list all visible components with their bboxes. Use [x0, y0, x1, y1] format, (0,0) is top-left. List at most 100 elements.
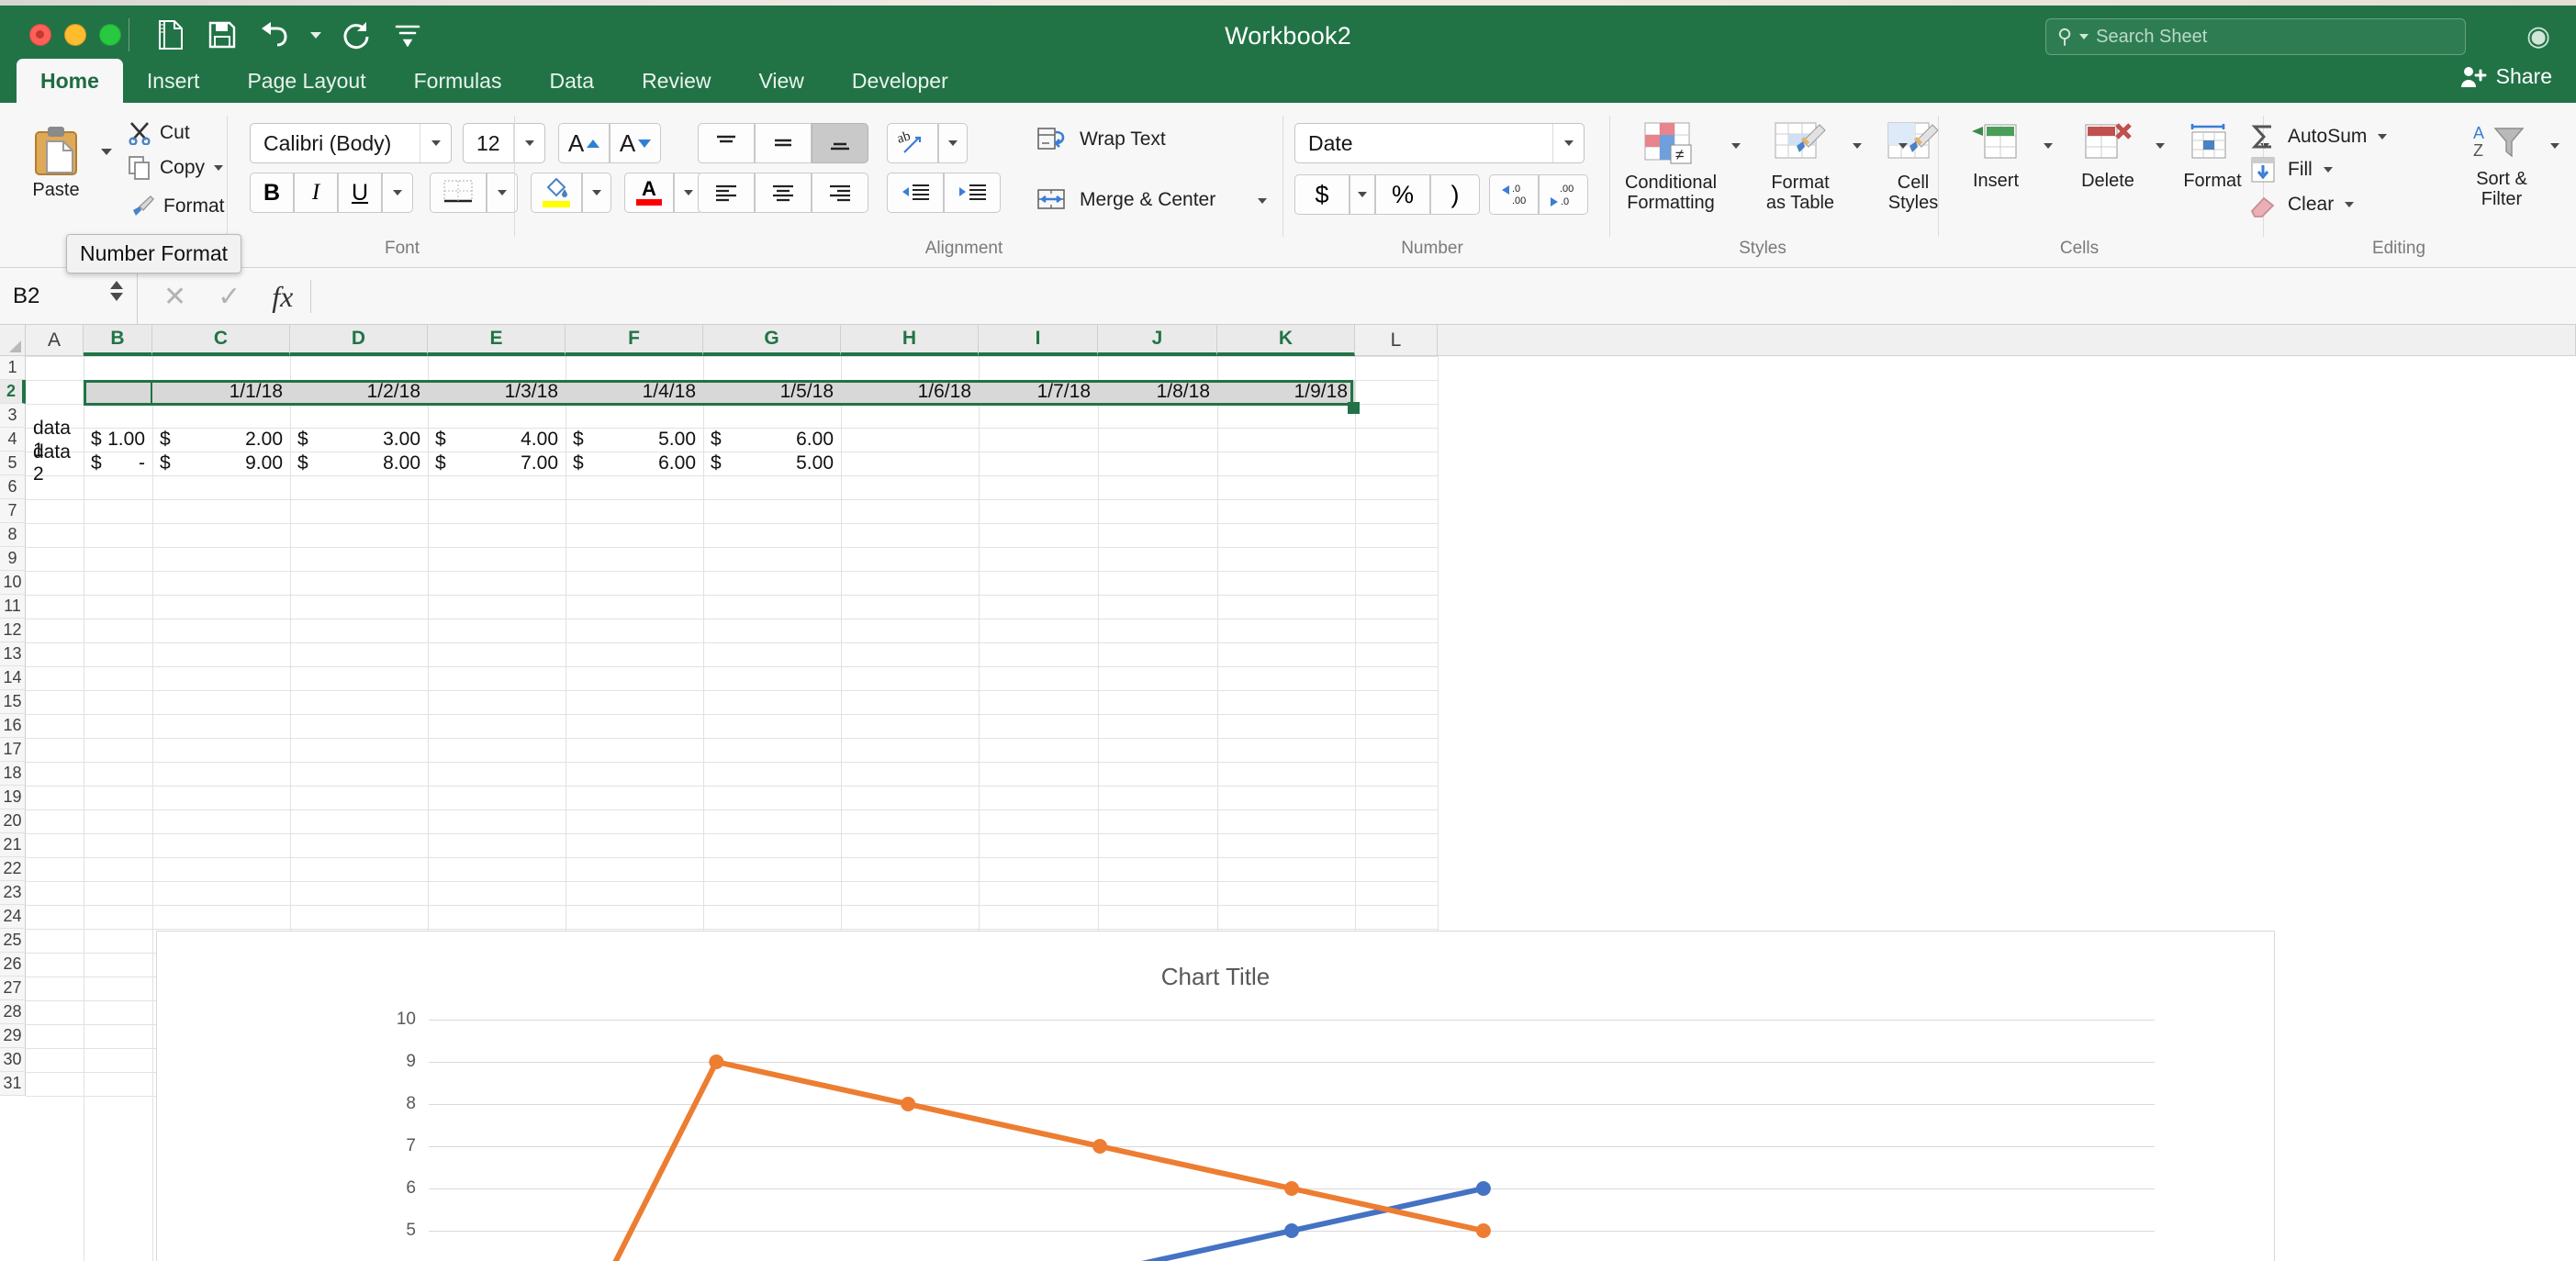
row-header-27[interactable]: 27	[0, 976, 26, 1000]
paste-button[interactable]: Paste	[20, 125, 92, 200]
cell[interactable]: 1/3/18	[428, 380, 566, 404]
cell[interactable]: data 2	[26, 441, 84, 485]
orientation-caret[interactable]	[938, 123, 968, 163]
row-header-15[interactable]: 15	[0, 690, 26, 714]
column-header-D[interactable]: D	[290, 325, 428, 356]
tab-home[interactable]: Home	[17, 59, 123, 103]
font-name-combo[interactable]: Calibri (Body)	[250, 123, 452, 163]
fill-color-button[interactable]	[531, 173, 582, 213]
new-document-icon[interactable]	[154, 18, 187, 51]
row-header-13[interactable]: 13	[0, 642, 26, 666]
chart-data-point[interactable]	[1475, 1223, 1491, 1238]
row-header-2[interactable]: 2	[0, 380, 26, 404]
currency-format-button[interactable]: $	[1294, 174, 1350, 215]
search-sheet-input[interactable]: ⚲ Search Sheet	[2045, 18, 2466, 55]
font-size-caret[interactable]	[513, 124, 544, 162]
copy-button[interactable]: Copy	[129, 156, 224, 180]
delete-cells-button[interactable]: Delete	[2064, 123, 2152, 191]
customize-toolbar-icon[interactable]	[391, 18, 424, 51]
search-dropdown-caret[interactable]	[2079, 34, 2089, 39]
align-left-button[interactable]	[698, 173, 755, 213]
chart-object[interactable]: Chart Title 012345678910 1/1/181/2/181/3…	[156, 931, 2275, 1261]
cell[interactable]: 5.00	[566, 428, 703, 452]
cell[interactable]: 1/2/18	[290, 380, 428, 404]
merge-dropdown-caret[interactable]	[1258, 198, 1267, 204]
column-header-C[interactable]: C	[152, 325, 290, 356]
cell[interactable]: 1/9/18	[1217, 380, 1355, 404]
row-header-17[interactable]: 17	[0, 738, 26, 762]
row-header-28[interactable]: 28	[0, 1000, 26, 1024]
borders-button[interactable]	[430, 173, 487, 213]
chart-title[interactable]: Chart Title	[157, 963, 2274, 991]
account-icon[interactable]: ◉	[2526, 20, 2563, 53]
increase-indent-button[interactable]	[944, 173, 1001, 213]
row-header-21[interactable]: 21	[0, 833, 26, 857]
cell[interactable]: 2.00	[152, 428, 290, 452]
cell[interactable]: 4.00	[428, 428, 566, 452]
chart-data-point[interactable]	[1284, 1181, 1299, 1196]
chart-data-point[interactable]	[1475, 1181, 1491, 1196]
redo-icon[interactable]	[340, 18, 373, 51]
wrap-text-button[interactable]: Wrap Text	[1037, 127, 1166, 152]
comma-format-button[interactable]: )	[1430, 174, 1480, 215]
row-header-30[interactable]: 30	[0, 1048, 26, 1072]
cell-styles-caret[interactable]	[1898, 143, 1908, 149]
number-format-combo[interactable]: Date	[1294, 123, 1585, 163]
increase-decimal-button[interactable]: .00.0	[1539, 174, 1588, 215]
autosum-caret[interactable]	[2378, 134, 2388, 139]
chart-data-point[interactable]	[1284, 1223, 1299, 1238]
column-header-E[interactable]: E	[428, 325, 566, 356]
insert-cells-button[interactable]: Insert	[1952, 123, 2040, 191]
row-header-22[interactable]: 22	[0, 857, 26, 881]
clear-caret[interactable]	[2345, 202, 2355, 207]
conditional-formatting-button[interactable]: ≠ Conditional Formatting	[1616, 121, 1726, 213]
decrease-indent-button[interactable]	[887, 173, 944, 213]
fill-handle[interactable]	[1348, 402, 1360, 414]
column-header-A[interactable]: A	[26, 325, 84, 356]
chart-data-point[interactable]	[709, 1055, 724, 1069]
cell[interactable]	[84, 380, 152, 404]
share-button[interactable]: Share	[2460, 64, 2552, 89]
cell[interactable]: 7.00	[428, 452, 566, 475]
tab-view[interactable]: View	[734, 59, 827, 103]
cell[interactable]: 6.00	[566, 452, 703, 475]
conditional-formatting-caret[interactable]	[1731, 143, 1741, 149]
clear-button[interactable]: Clear	[2249, 191, 2355, 218]
fill-button[interactable]: Fill	[2249, 156, 2333, 184]
increase-font-size-button[interactable]: A	[558, 123, 610, 163]
row-header-31[interactable]: 31	[0, 1072, 26, 1096]
cell[interactable]: 1/1/18	[152, 380, 290, 404]
column-header-L[interactable]: L	[1355, 325, 1438, 356]
cell[interactable]: 5.00	[703, 452, 841, 475]
row-header-25[interactable]: 25	[0, 929, 26, 953]
fill-color-caret[interactable]	[582, 173, 611, 213]
row-header-10[interactable]: 10	[0, 571, 26, 595]
row-header-12[interactable]: 12	[0, 619, 26, 642]
cell[interactable]: 1.00	[84, 428, 152, 452]
cell[interactable]: 8.00	[290, 452, 428, 475]
row-header-14[interactable]: 14	[0, 666, 26, 690]
format-as-table-button[interactable]: Format as Table	[1752, 121, 1849, 213]
tab-review[interactable]: Review	[618, 59, 734, 103]
row-header-24[interactable]: 24	[0, 905, 26, 929]
font-size-combo[interactable]: 12	[463, 123, 545, 163]
decrease-font-size-button[interactable]: A	[610, 123, 661, 163]
cell[interactable]: 1/8/18	[1098, 380, 1217, 404]
chart-line-data-2[interactable]	[524, 1059, 1486, 1261]
row-header-29[interactable]: 29	[0, 1024, 26, 1048]
cell[interactable]: 1/5/18	[703, 380, 841, 404]
select-all-corner[interactable]	[0, 325, 26, 356]
row-header-7[interactable]: 7	[0, 499, 26, 523]
column-header-J[interactable]: J	[1098, 325, 1217, 356]
cell[interactable]: 3.00	[290, 428, 428, 452]
percent-format-button[interactable]: %	[1375, 174, 1430, 215]
row-header-18[interactable]: 18	[0, 762, 26, 786]
tab-insert[interactable]: Insert	[123, 59, 224, 103]
borders-dropdown-caret[interactable]	[487, 173, 518, 213]
minimize-window-button[interactable]	[64, 24, 86, 46]
italic-button[interactable]: I	[294, 173, 338, 213]
merge-center-button[interactable]: Merge & Center	[1037, 187, 1215, 213]
undo-icon[interactable]	[257, 18, 290, 51]
row-header-1[interactable]: 1	[0, 356, 26, 380]
formula-input[interactable]	[323, 268, 2572, 325]
